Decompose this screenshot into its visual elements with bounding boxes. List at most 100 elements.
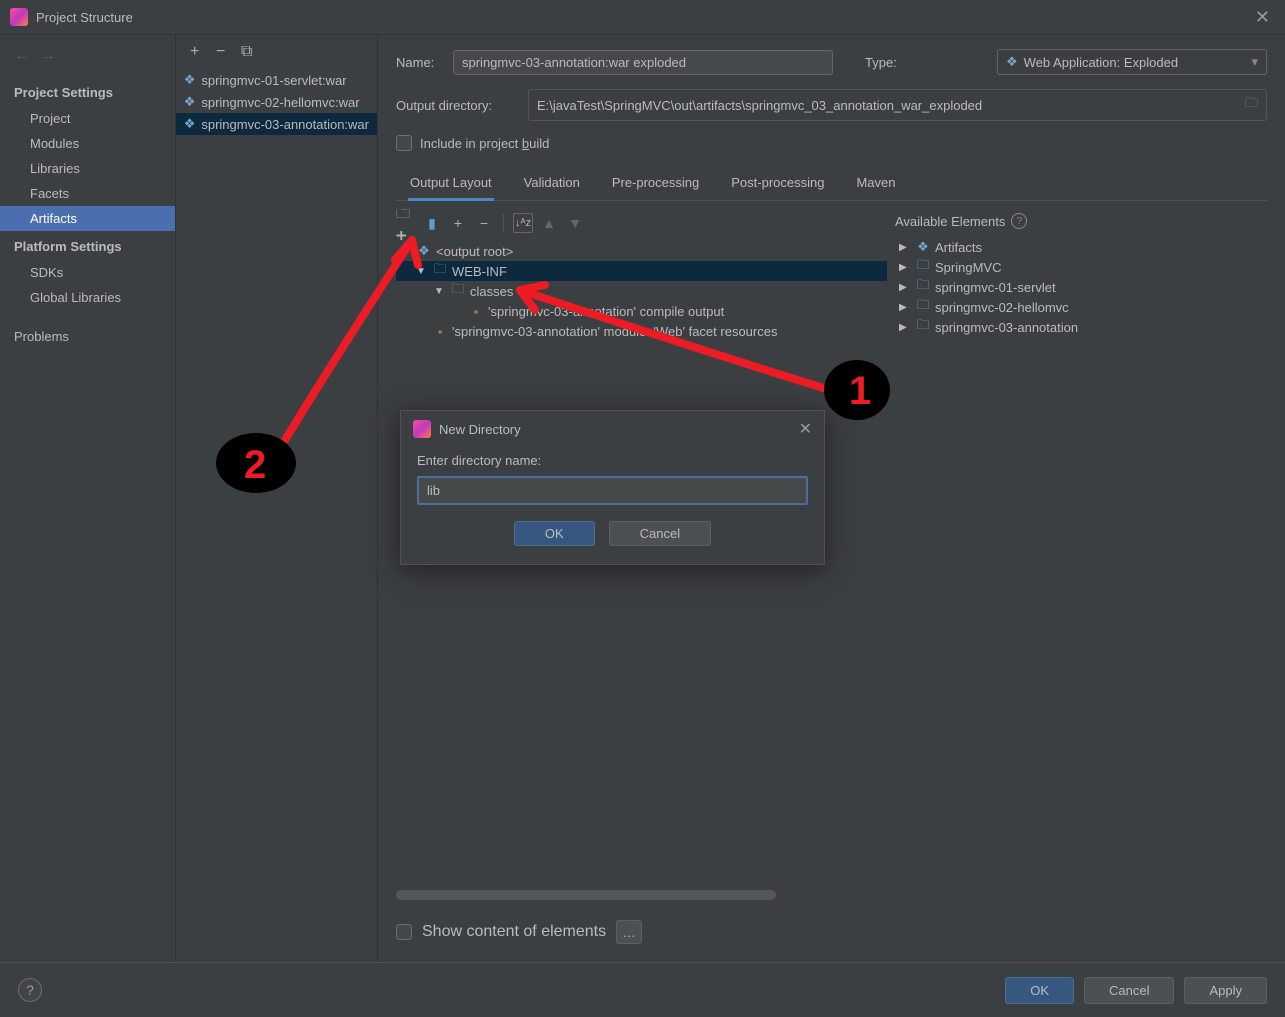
avail-artifacts[interactable]: ▶ ❖ Artifacts	[895, 237, 1267, 257]
output-dir-label: Output directory:	[396, 98, 516, 113]
browse-folder-icon[interactable]: 🗀	[1245, 94, 1258, 116]
artifact-label: springmvc-01-servlet:war	[201, 73, 346, 88]
sidebar-item-modules[interactable]: Modules	[0, 131, 175, 156]
tree-facet-resources[interactable]: ▪ 'springmvc-03-annotation' module: 'Web…	[396, 321, 887, 341]
apply-button[interactable]: Apply	[1184, 977, 1267, 1004]
expand-icon[interactable]: ▼	[400, 246, 412, 257]
expand-icon[interactable]: ▶	[899, 322, 911, 333]
artifact-row[interactable]: ❖ springmvc-02-hellomvc:war	[176, 91, 377, 113]
module-folder-icon: 🗀	[915, 259, 931, 275]
expand-icon[interactable]: ▼	[434, 286, 446, 297]
type-value: Web Application: Exploded	[1024, 55, 1178, 70]
modal-close-icon[interactable]: ✕	[799, 419, 812, 439]
artifact-row[interactable]: ❖ springmvc-01-servlet:war	[176, 69, 377, 91]
available-elements-header: Available Elements	[895, 214, 1005, 229]
sidebar-item-problems[interactable]: Problems	[0, 324, 175, 349]
artifact-icon: ❖	[184, 116, 196, 132]
tree-output-root[interactable]: ▼ ❖ <output root>	[396, 241, 887, 261]
show-content-label: Show content of elements	[422, 923, 606, 941]
sidebar-item-facets[interactable]: Facets	[0, 181, 175, 206]
tabs: Output Layout Validation Pre-processing …	[396, 169, 1267, 201]
expand-icon[interactable]: ▶	[899, 242, 911, 253]
tree-classes[interactable]: ▼ 🗀 classes	[396, 281, 887, 301]
tab-post-processing[interactable]: Post-processing	[729, 169, 826, 200]
sidebar-section-project-settings: Project Settings	[0, 77, 175, 106]
folder-icon: 🗀	[450, 283, 466, 299]
tab-maven[interactable]: Maven	[854, 169, 897, 200]
horizontal-scrollbar[interactable]	[396, 890, 776, 900]
expand-icon[interactable]: ▼	[416, 266, 428, 277]
dialog-footer: ? OK Cancel Apply	[0, 962, 1285, 1017]
app-icon	[10, 8, 28, 26]
modal-ok-button[interactable]: OK	[514, 521, 595, 546]
modal-title: New Directory	[439, 422, 791, 437]
sidebar-item-libraries[interactable]: Libraries	[0, 156, 175, 181]
tree-label: classes	[470, 284, 513, 299]
nav-forward-icon[interactable]: →	[40, 47, 56, 65]
output-tree: ▼ ❖ <output root> ▼ 🗀 WEB-INF ▼ 🗀 classe…	[396, 241, 887, 341]
help-button[interactable]: ?	[18, 978, 42, 1002]
remove-artifact-icon[interactable]: −	[212, 43, 230, 61]
add-copy-icon[interactable]: +	[448, 213, 468, 233]
name-input[interactable]	[453, 50, 833, 75]
tree-label: <output root>	[436, 244, 513, 259]
tab-output-layout[interactable]: Output Layout	[408, 169, 494, 201]
expand-icon[interactable]: ▶	[899, 282, 911, 293]
root-icon: ❖	[416, 243, 432, 259]
copy-artifact-icon[interactable]: ⧉	[238, 43, 256, 61]
show-content-checkbox[interactable]	[396, 924, 412, 940]
tree-compile-output[interactable]: ▪ 'springmvc-03-annotation' compile outp…	[396, 301, 887, 321]
tree-label: springmvc-01-servlet	[935, 280, 1056, 295]
expand-icon[interactable]: ▶	[899, 302, 911, 313]
artifact-icon: ❖	[184, 94, 196, 110]
type-label: Type:	[865, 55, 985, 70]
artifact-icon: ❖	[184, 72, 196, 88]
app-icon	[413, 420, 431, 438]
tab-pre-processing[interactable]: Pre-processing	[610, 169, 701, 200]
artifacts-panel: + − ⧉ ❖ springmvc-01-servlet:war ❖ sprin…	[176, 35, 378, 962]
module-folder-icon: 🗀	[915, 319, 931, 335]
tree-web-inf[interactable]: ▼ 🗀 WEB-INF	[396, 261, 887, 281]
tree-label: SpringMVC	[935, 260, 1001, 275]
remove-icon[interactable]: −	[474, 213, 494, 233]
tree-label: 'springmvc-03-annotation' module: 'Web' …	[452, 324, 777, 339]
web-app-icon: ❖	[1006, 54, 1018, 70]
cancel-button[interactable]: Cancel	[1084, 977, 1174, 1004]
avail-servlet[interactable]: ▶ 🗀 springmvc-01-servlet	[895, 277, 1267, 297]
sidebar-item-sdks[interactable]: SDKs	[0, 260, 175, 285]
sort-icon[interactable]: ↓ᴬᴢ	[513, 213, 533, 233]
sidebar-item-project[interactable]: Project	[0, 106, 175, 131]
avail-hellomvc[interactable]: ▶ 🗀 springmvc-02-hellomvc	[895, 297, 1267, 317]
new-directory-dialog: New Directory ✕ Enter directory name: OK…	[400, 410, 825, 565]
output-dir-field[interactable]: E:\javaTest\SpringMVC\out\artifacts\spri…	[528, 89, 1267, 121]
show-content-more-button[interactable]: …	[616, 920, 642, 944]
move-up-icon[interactable]: ▲	[539, 213, 559, 233]
help-icon[interactable]: ?	[1011, 213, 1027, 229]
type-select[interactable]: ❖ Web Application: Exploded ▾	[997, 49, 1267, 75]
include-build-checkbox[interactable]	[396, 135, 412, 151]
directory-name-input[interactable]	[417, 476, 808, 505]
move-down-icon[interactable]: ▼	[565, 213, 585, 233]
modal-cancel-button[interactable]: Cancel	[609, 521, 711, 546]
expand-icon[interactable]: ▶	[899, 262, 911, 273]
new-archive-icon[interactable]: ▮	[422, 213, 442, 233]
sidebar-item-global-libraries[interactable]: Global Libraries	[0, 285, 175, 310]
tree-label: springmvc-03-annotation	[935, 320, 1078, 335]
tab-validation[interactable]: Validation	[522, 169, 582, 200]
add-artifact-icon[interactable]: +	[186, 43, 204, 61]
nav-back-icon[interactable]: ←	[14, 47, 30, 65]
include-build-label: Include in project build	[420, 136, 549, 151]
avail-annotation[interactable]: ▶ 🗀 springmvc-03-annotation	[895, 317, 1267, 337]
ok-button[interactable]: OK	[1005, 977, 1074, 1004]
module-icon: ▪	[468, 303, 484, 319]
artifact-row[interactable]: ❖ springmvc-03-annotation:war	[176, 113, 377, 135]
sidebar-item-artifacts[interactable]: Artifacts	[0, 206, 175, 231]
name-label: Name:	[396, 55, 441, 70]
modal-prompt: Enter directory name:	[417, 453, 808, 468]
sidebar-section-platform-settings: Platform Settings	[0, 231, 175, 260]
new-folder-icon[interactable]: 🗀➕︎	[396, 213, 416, 233]
window-close-icon[interactable]: ✕	[1250, 7, 1275, 28]
folder-icon: 🗀	[432, 263, 448, 279]
avail-springmvc[interactable]: ▶ 🗀 SpringMVC	[895, 257, 1267, 277]
chevron-down-icon: ▾	[1251, 54, 1258, 70]
